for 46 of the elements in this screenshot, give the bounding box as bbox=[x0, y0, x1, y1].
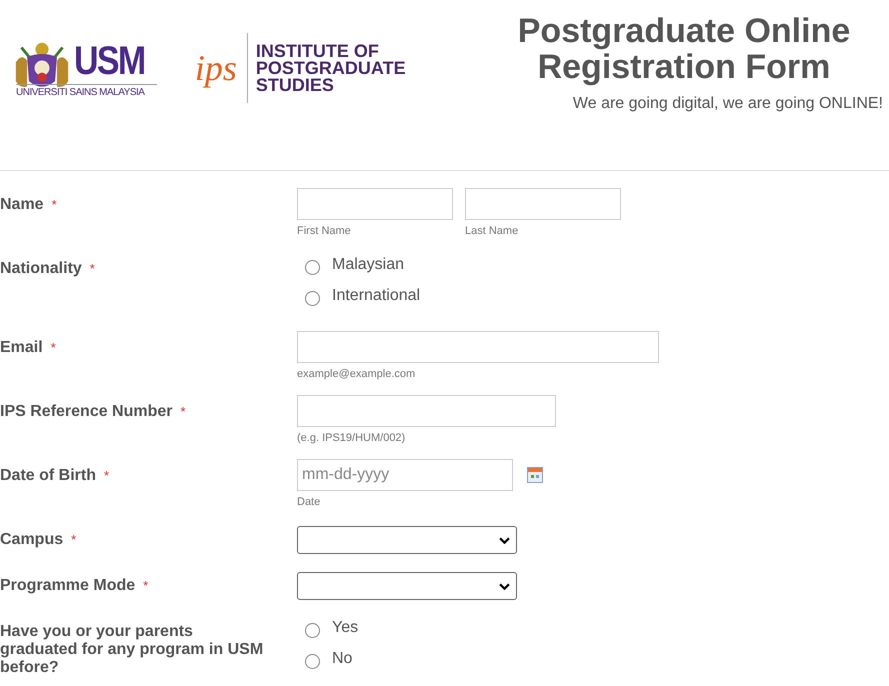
field-hint: Last Name bbox=[465, 225, 520, 237]
dropdown[interactable] bbox=[297, 572, 517, 600]
date-field[interactable]: mm-dd-yyyy bbox=[297, 459, 513, 491]
radio-button[interactable] bbox=[305, 260, 320, 275]
logo-text: STUDIES bbox=[256, 76, 335, 94]
field-label: Email bbox=[0, 339, 43, 356]
field-label: Have you or your parents graduated for any program in USM before? bbox=[0, 623, 264, 676]
input-field[interactable] bbox=[297, 395, 556, 427]
field-label: Date of Birth bbox=[0, 467, 96, 484]
field-hint: example@example.com bbox=[297, 368, 416, 380]
field-hint: (e.g. IPS19/HUM/002) bbox=[297, 432, 406, 444]
input-field[interactable] bbox=[465, 188, 621, 220]
field-label: Nationality bbox=[0, 260, 82, 277]
field-label: Name bbox=[0, 196, 44, 213]
input-field[interactable] bbox=[297, 331, 659, 363]
logo-caption: UNIVERSITI SAINS MALAYSIA bbox=[16, 84, 157, 98]
field-hint: First Name bbox=[297, 225, 352, 237]
field-hint: Date bbox=[297, 496, 322, 508]
radio-button[interactable] bbox=[305, 654, 320, 669]
logo-wordmark: USM bbox=[74, 38, 144, 84]
input-field[interactable] bbox=[297, 188, 453, 220]
calendar-icon[interactable] bbox=[527, 467, 543, 483]
chevron-down-icon bbox=[499, 536, 510, 544]
required-mark: * bbox=[52, 197, 57, 212]
required-mark: * bbox=[90, 261, 95, 276]
form-subtitle: We are going digital, we are going ONLINE! bbox=[572, 95, 884, 113]
option-label: International bbox=[332, 286, 420, 304]
logo-text: POSTGRADUATE bbox=[256, 60, 406, 76]
required-mark: * bbox=[180, 404, 186, 419]
required-mark: * bbox=[50, 340, 56, 355]
required-mark: * bbox=[104, 468, 110, 483]
dropdown[interactable] bbox=[297, 526, 517, 554]
radio-button[interactable] bbox=[305, 291, 320, 306]
option-label: No bbox=[332, 650, 352, 668]
logo-wordmark: ips bbox=[194, 33, 248, 103]
radio-button[interactable] bbox=[305, 623, 320, 638]
form-title: Postgraduate Online Registration Form bbox=[516, 13, 852, 85]
logo-text: INSTITUTE OF bbox=[256, 42, 380, 60]
field-label: IPS Reference Number bbox=[0, 403, 173, 420]
option-label: Malaysian bbox=[332, 256, 404, 274]
required-mark: * bbox=[143, 578, 148, 593]
field-label: Campus bbox=[0, 531, 64, 548]
chevron-down-icon bbox=[499, 582, 510, 590]
field-label: Programme Mode bbox=[0, 577, 136, 594]
required-mark: * bbox=[71, 532, 76, 547]
option-label: Yes bbox=[332, 618, 358, 636]
